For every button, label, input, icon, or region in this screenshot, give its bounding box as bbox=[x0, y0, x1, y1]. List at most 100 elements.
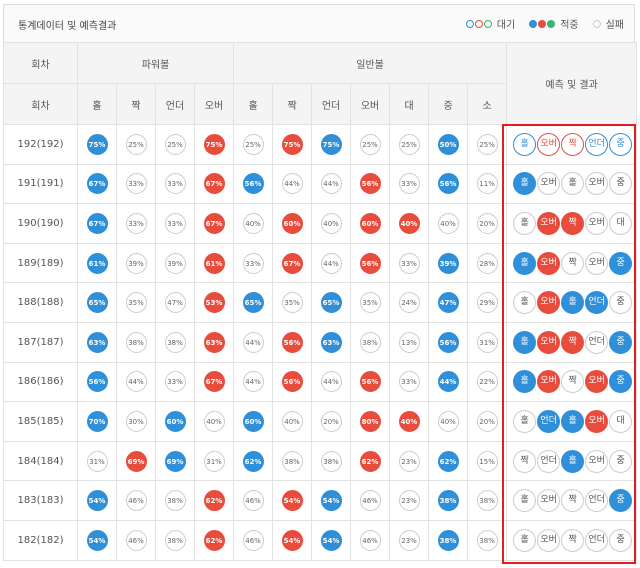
stat-badge: 47% bbox=[164, 292, 186, 314]
stat-cell: 38% bbox=[467, 480, 508, 521]
stat-badge: 33% bbox=[125, 173, 147, 195]
stat-cell: 40% bbox=[233, 203, 274, 244]
stat-cell: 69% bbox=[155, 440, 195, 482]
stat-badge: 38% bbox=[437, 490, 459, 512]
header-col-10: 소 bbox=[467, 83, 508, 125]
stat-badge: 70% bbox=[86, 410, 108, 432]
stat-cell: 56% bbox=[350, 361, 391, 403]
prediction-badge: 중 bbox=[609, 528, 633, 552]
stats-table: 회차 파워볼 일반볼 예측 및 결과 회차 홀 짝 언더 오버 홀 짝 언더 오버 대 중 소 19… bbox=[3, 42, 638, 561]
header-col-3: 오버 bbox=[193, 83, 235, 125]
stat-cell: 33% bbox=[155, 163, 195, 205]
stat-cell: 56% bbox=[428, 321, 469, 363]
header-normal: 일반볼 bbox=[233, 42, 508, 84]
stat-badge: 62% bbox=[359, 450, 381, 472]
stat-cell: 46% bbox=[116, 480, 156, 521]
stat-badge: 54% bbox=[86, 529, 108, 551]
stat-badge: 33% bbox=[398, 252, 420, 274]
stat-cell: 56% bbox=[350, 163, 391, 205]
stat-cell: 54% bbox=[272, 519, 313, 561]
prediction-cell: 짝 언더 홀 오버 중 bbox=[506, 440, 638, 482]
stat-badge: 46% bbox=[242, 490, 264, 512]
prediction-badge: 중 bbox=[609, 132, 633, 156]
header-col-8: 대 bbox=[389, 83, 430, 125]
stat-cell: 50% bbox=[428, 124, 469, 165]
prediction-badge: 오버 bbox=[537, 330, 561, 354]
stat-badge: 54% bbox=[281, 529, 303, 551]
stat-cell: 33% bbox=[389, 242, 430, 284]
stat-badge: 60% bbox=[242, 410, 264, 432]
prediction-badge: 홀 bbox=[561, 172, 585, 196]
stat-badge: 54% bbox=[281, 490, 303, 512]
stat-cell: 47% bbox=[155, 282, 195, 323]
stat-badge: 56% bbox=[281, 371, 303, 393]
header-col-5: 짝 bbox=[272, 83, 313, 125]
stat-cell: 53% bbox=[193, 282, 235, 323]
stat-cell: 23% bbox=[389, 519, 430, 561]
stat-cell: 61% bbox=[193, 242, 235, 284]
stat-badge: 35% bbox=[281, 292, 303, 314]
table-row: 192(192) 75% 25% 25% 75% 25% 75% 75% 25% 25% 50% 25… bbox=[3, 124, 638, 165]
circle-outline-icon bbox=[483, 19, 492, 28]
prediction-cell: 홀 오버 짝 언더 중 bbox=[506, 321, 638, 363]
stat-badge: 56% bbox=[437, 331, 459, 353]
stat-badge: 75% bbox=[320, 133, 342, 155]
stats-panel: 통계데이터 및 예측결과 대기 적중 실패 회차 파워볼 일반볼 예측 및 결과… bbox=[0, 0, 640, 568]
stat-cell: 54% bbox=[77, 519, 117, 561]
stat-cell: 40% bbox=[428, 401, 469, 442]
stat-badge: 46% bbox=[359, 490, 381, 512]
stat-cell: 44% bbox=[311, 163, 352, 205]
stat-cell: 75% bbox=[272, 124, 313, 165]
stat-badge: 56% bbox=[359, 371, 381, 393]
legend-miss-label: 실패 bbox=[605, 20, 624, 31]
stat-badge: 25% bbox=[359, 133, 381, 155]
prediction-cell: 홀 오버 짝 언더 중 bbox=[506, 519, 638, 561]
stat-cell: 39% bbox=[116, 242, 156, 284]
header-col-1: 짝 bbox=[116, 83, 156, 125]
stat-badge: 62% bbox=[437, 450, 459, 472]
stat-cell: 60% bbox=[272, 203, 313, 244]
stat-badge: 46% bbox=[242, 529, 264, 551]
stat-badge: 60% bbox=[359, 212, 381, 234]
prediction-cell: 홀 오버 홀 오버 중 bbox=[506, 163, 638, 205]
stat-badge: 25% bbox=[476, 133, 498, 155]
stat-cell: 67% bbox=[272, 242, 313, 284]
prediction-badge: 오버 bbox=[537, 489, 561, 513]
stat-badge: 62% bbox=[203, 490, 225, 512]
stat-badge: 67% bbox=[203, 173, 225, 195]
stat-cell: 47% bbox=[428, 282, 469, 323]
stat-cell: 11% bbox=[467, 163, 508, 205]
stat-cell: 56% bbox=[272, 361, 313, 403]
stat-badge: 56% bbox=[86, 371, 108, 393]
stat-cell: 44% bbox=[311, 361, 352, 403]
stat-cell: 25% bbox=[155, 124, 195, 165]
round-number: 184(184) bbox=[3, 440, 78, 482]
stat-cell: 40% bbox=[311, 203, 352, 244]
stat-cell: 70% bbox=[77, 401, 117, 442]
stat-cell: 44% bbox=[116, 361, 156, 403]
header-col-6: 언더 bbox=[311, 83, 352, 125]
prediction-badge: 중 bbox=[609, 330, 633, 354]
stat-cell: 60% bbox=[350, 203, 391, 244]
stat-cell: 54% bbox=[77, 480, 117, 521]
stat-cell: 54% bbox=[272, 480, 313, 521]
stat-badge: 38% bbox=[476, 490, 498, 512]
stat-badge: 67% bbox=[86, 212, 108, 234]
stat-cell: 28% bbox=[467, 242, 508, 284]
stat-cell: 65% bbox=[233, 282, 274, 323]
prediction-badge: 홀 bbox=[513, 291, 537, 315]
stat-badge: 38% bbox=[281, 450, 303, 472]
round-number: 192(192) bbox=[3, 124, 78, 165]
stat-cell: 56% bbox=[350, 242, 391, 284]
stat-badge: 67% bbox=[203, 371, 225, 393]
prediction-badge: 짝 bbox=[561, 489, 585, 513]
prediction-badge: 중 bbox=[609, 172, 633, 196]
stat-cell: 30% bbox=[116, 401, 156, 442]
stat-badge: 40% bbox=[437, 212, 459, 234]
stat-cell: 63% bbox=[311, 321, 352, 363]
prediction-cell: 홀 오버 짝 언더 중 bbox=[506, 480, 638, 521]
stat-cell: 20% bbox=[311, 401, 352, 442]
stat-badge: 62% bbox=[203, 529, 225, 551]
stat-cell: 46% bbox=[350, 480, 391, 521]
stat-badge: 38% bbox=[164, 331, 186, 353]
